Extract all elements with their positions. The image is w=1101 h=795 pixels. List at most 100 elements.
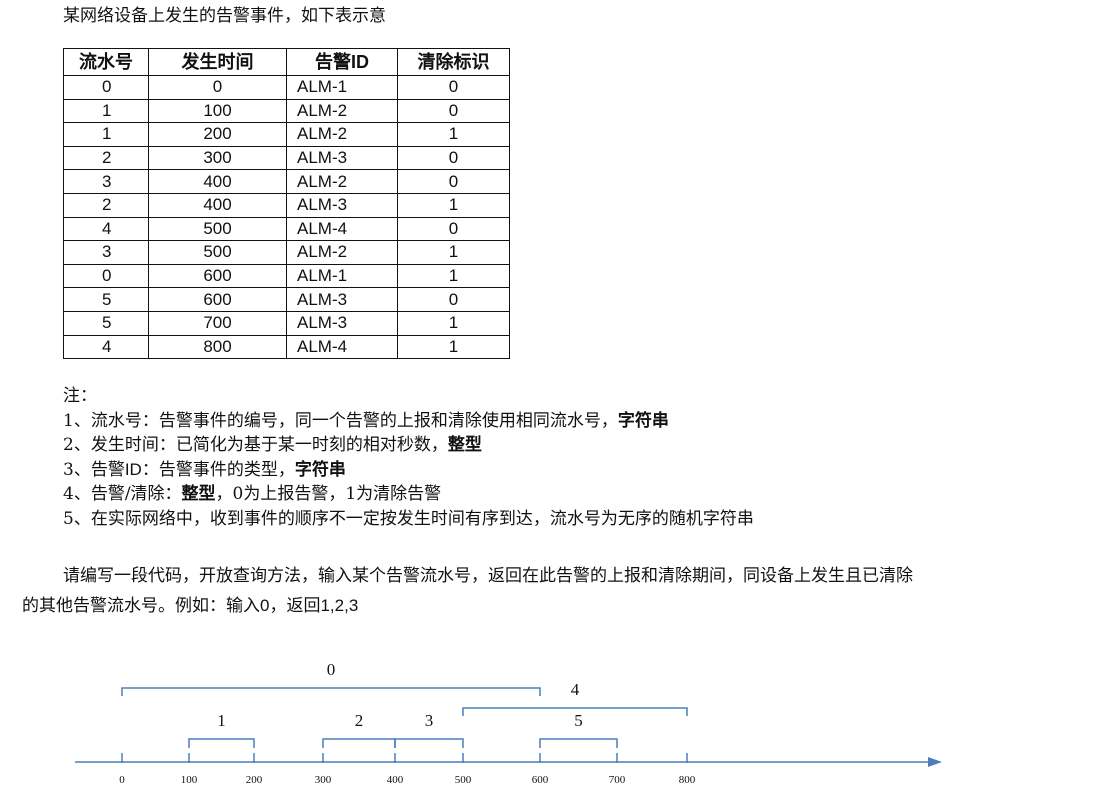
interval-label-1: 1 (217, 711, 226, 730)
cell-time: 0 (148, 75, 287, 100)
cell-alarm-id: ALM-2 (286, 98, 398, 124)
interval-bracket-3 (394, 738, 464, 748)
cell-serial: 0 (63, 263, 149, 289)
task-description: 请编写一段代码，开放查询方法，输入某个告警流水号，返回在此告警的上报和清除期间，… (22, 561, 1082, 621)
cell-clear-flag: 0 (397, 287, 510, 312)
cell-serial: 2 (63, 145, 149, 171)
cell-time: 400 (148, 192, 287, 218)
cell-alarm-id: ALM-3 (286, 310, 398, 336)
cell-time: 600 (148, 287, 287, 312)
note-5: 5、在实际网络中，收到事件的顺序不一定按发生时间有序到达，流水号为无序的随机字符… (63, 508, 754, 529)
cell-time: 200 (148, 122, 287, 147)
cell-clear-flag: 0 (397, 216, 510, 242)
cell-serial: 4 (63, 216, 149, 242)
cell-alarm-id: ALM-1 (286, 75, 398, 100)
cell-alarm-id: ALM-3 (286, 145, 398, 171)
table-header-row: 流水号 发生时间 告警ID 清除标识 (63, 48, 510, 76)
cell-clear-flag: 0 (397, 98, 510, 124)
cell-time: 700 (148, 310, 287, 336)
task-line-2: 的其他告警流水号。例如：输入0，返回1,2,3 (22, 596, 359, 616)
cell-serial: 5 (63, 287, 149, 312)
note-2: 2、发生时间：已简化为基于某一时刻的相对秒数，整型 (63, 435, 482, 455)
interval-bracket-2 (322, 738, 396, 748)
table-row: 5 700 ALM-3 1 (63, 310, 510, 336)
table-row: 1 100 ALM-2 0 (63, 98, 510, 124)
cell-serial: 3 (63, 169, 149, 194)
alarm-table: 流水号 发生时间 告警ID 清除标识 0 0 ALM-1 0 1 100 ALM-2 0 1 20… (63, 48, 510, 360)
cell-time: 500 (148, 216, 287, 242)
timeline-brackets: 0 4 1 2 3 5 (121, 660, 688, 748)
timeline-diagram: 0 100 200 300 400 500 600 700 800 0 4 1 2 3 5 (75, 660, 942, 786)
note-1: 1、流水号：告警事件的编号，同一个告警的上报和清除使用相同流水号，字符串 (63, 410, 669, 431)
cell-serial: 5 (63, 310, 149, 336)
header-serial: 流水号 (63, 48, 149, 76)
cell-clear-flag: 1 (397, 310, 510, 336)
timeline-ticks: 0 100 200 300 400 500 600 700 800 (119, 753, 696, 786)
cell-serial: 0 (63, 75, 149, 100)
table-row: 4 800 ALM-4 1 (63, 334, 510, 360)
notes-section: 注： 1、流水号：告警事件的编号，同一个告警的上报和清除使用相同流水号，字符串 … (63, 384, 754, 531)
interval-label-0: 0 (327, 660, 336, 679)
timeline-tick-label: 500 (455, 774, 472, 786)
table-row: 0 600 ALM-1 1 (63, 263, 510, 289)
cell-time: 600 (148, 263, 287, 289)
cell-clear-flag: 0 (397, 75, 510, 100)
timeline-tick-label: 600 (532, 774, 549, 786)
cell-alarm-id: ALM-2 (286, 169, 398, 194)
cell-time: 400 (148, 169, 287, 194)
cell-alarm-id: ALM-4 (286, 216, 398, 242)
note-4: 4、告警/清除：整型，0为上报告警，1为清除告警 (63, 484, 442, 504)
cell-serial: 1 (63, 98, 149, 124)
cell-time: 800 (148, 334, 287, 360)
cell-clear-flag: 1 (397, 263, 510, 289)
cell-serial: 4 (63, 334, 149, 360)
table-row: 4 500 ALM-4 0 (63, 216, 510, 242)
table-row: 2 300 ALM-3 0 (63, 145, 510, 171)
header-time: 发生时间 (148, 48, 287, 76)
timeline-tick-label: 200 (246, 774, 263, 786)
cell-alarm-id: ALM-2 (286, 122, 398, 147)
note-3: 3、告警ID：告警事件的类型，字符串 (63, 459, 346, 480)
timeline-tick-label: 300 (315, 774, 332, 786)
cell-clear-flag: 1 (397, 240, 510, 265)
interval-bracket-0 (121, 687, 541, 696)
cell-serial: 3 (63, 240, 149, 265)
notes-title: 注： (63, 386, 97, 406)
interval-label-2: 2 (355, 711, 364, 730)
interval-bracket-1 (188, 738, 255, 748)
cell-alarm-id: ALM-4 (286, 334, 398, 360)
table-row: 1 200 ALM-2 1 (63, 122, 510, 147)
cell-clear-flag: 0 (397, 145, 510, 171)
timeline-tick-label: 0 (119, 774, 125, 786)
cell-time: 100 (148, 98, 287, 124)
cell-clear-flag: 1 (397, 334, 510, 360)
table-row: 2 400 ALM-3 1 (63, 192, 510, 218)
intro-text: 某网络设备上发生的告警事件，如下表示意 (63, 6, 386, 26)
interval-label-4: 4 (571, 680, 580, 699)
header-alarm-id: 告警ID (286, 48, 398, 76)
cell-alarm-id: ALM-3 (286, 287, 398, 312)
cell-serial: 2 (63, 192, 149, 218)
timeline-tick-label: 100 (181, 774, 198, 786)
cell-serial: 1 (63, 122, 149, 147)
task-line-1: 请编写一段代码，开放查询方法，输入某个告警流水号，返回在此告警的上报和清除期间，… (63, 566, 913, 586)
timeline-tick-label: 700 (609, 774, 626, 786)
header-clear-flag: 清除标识 (397, 48, 510, 76)
timeline-tick-label: 800 (679, 774, 696, 786)
cell-time: 300 (148, 145, 287, 171)
timeline-tick-label: 400 (387, 774, 404, 786)
cell-alarm-id: ALM-1 (286, 263, 398, 289)
table-row: 5 600 ALM-3 0 (63, 287, 510, 312)
table-row: 0 0 ALM-1 0 (63, 75, 510, 100)
interval-label-5: 5 (574, 711, 583, 730)
interval-bracket-5 (539, 738, 618, 748)
cell-clear-flag: 0 (397, 169, 510, 194)
table-row: 3 400 ALM-2 0 (63, 169, 510, 194)
cell-alarm-id: ALM-2 (286, 240, 398, 265)
cell-alarm-id: ALM-3 (286, 192, 398, 218)
cell-time: 500 (148, 240, 287, 265)
cell-clear-flag: 1 (397, 122, 510, 147)
cell-clear-flag: 1 (397, 192, 510, 218)
interval-label-3: 3 (425, 711, 434, 730)
table-row: 3 500 ALM-2 1 (63, 240, 510, 265)
